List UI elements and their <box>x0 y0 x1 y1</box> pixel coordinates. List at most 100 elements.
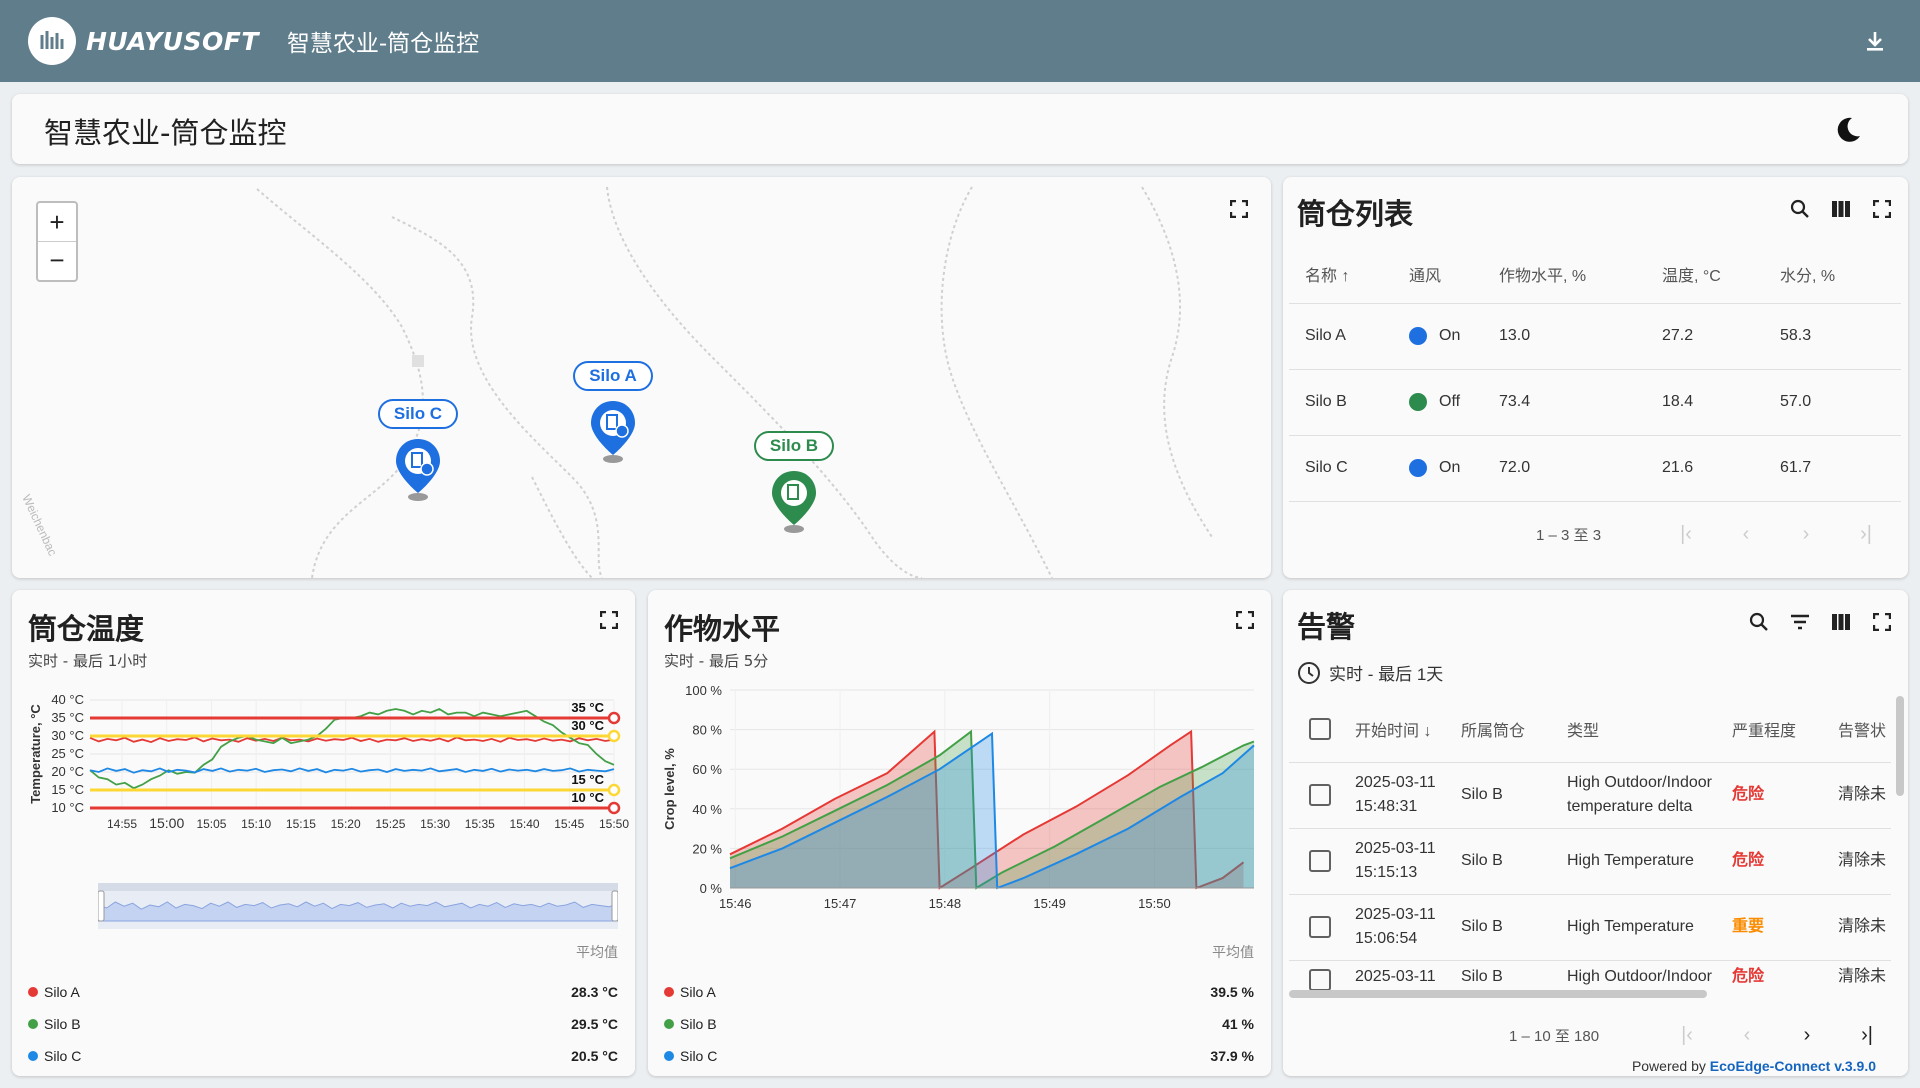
table-row[interactable]: Silo A On 13.0 27.2 58.3 <box>1289 303 1901 370</box>
product-link[interactable]: EcoEdge-Connect v.3.9.0 <box>1710 1058 1876 1074</box>
temperature: 18.4 <box>1646 369 1764 436</box>
threshold-marker <box>607 783 621 797</box>
dark-mode-toggle[interactable] <box>1830 112 1866 148</box>
zoom-in-button[interactable]: + <box>38 203 76 241</box>
select-all-checkbox[interactable] <box>1309 717 1331 740</box>
search-icon <box>1790 199 1809 218</box>
avg-label: 平均值 <box>576 944 618 960</box>
silo-pin-icon <box>591 401 635 463</box>
marker-label: Silo A <box>573 361 653 391</box>
first-page-button[interactable]: |‹ <box>1657 1024 1717 1047</box>
col-crop[interactable]: 作物水平, % <box>1483 245 1646 304</box>
y-tick-label: 25 °C <box>51 746 84 761</box>
col-silo[interactable]: 所属筒仓 <box>1453 696 1559 763</box>
page-title: 智慧农业-筒仓监控 <box>44 116 287 150</box>
temperature-legend: 平均值 Silo A 28.3 °C Silo B 29.5 °C Silo C 20… <box>28 942 618 1072</box>
threshold-label: 30 °C <box>571 718 604 733</box>
table-row[interactable]: 2025-03-11 15:48:31 Silo B High Outdoor/I… <box>1289 762 1891 829</box>
search-button[interactable] <box>1745 608 1773 636</box>
download-button[interactable] <box>1858 24 1892 58</box>
silo: Silo B <box>1453 894 1559 961</box>
map-marker-silo-c[interactable]: Silo C <box>368 399 468 506</box>
table-row[interactable]: 2025-03-11 15:06:54 Silo B High Temperatu… <box>1289 894 1891 961</box>
columns-button[interactable] <box>1827 195 1855 223</box>
app-title: 智慧农业-筒仓监控 <box>286 31 480 57</box>
logo-text: HUAYUSOFT <box>86 26 259 56</box>
horizontal-scrollbar[interactable] <box>1289 990 1707 998</box>
crop-fullscreen-button[interactable] <box>1231 606 1259 634</box>
moisture: 58.3 <box>1764 303 1901 370</box>
clock-icon <box>1298 661 1320 684</box>
next-page-button[interactable]: › <box>1777 1024 1837 1047</box>
alarms-title: 告警 <box>1297 610 1356 644</box>
map-fullscreen-button[interactable] <box>1225 195 1253 223</box>
silo-pager: 1 – 3 至 3 |‹ ‹ › ›| <box>1536 523 1896 546</box>
col-name[interactable]: 名称 ↑ <box>1289 245 1393 304</box>
select-all-cell <box>1289 696 1347 763</box>
vertical-scrollbar[interactable] <box>1896 696 1904 796</box>
fullscreen-button[interactable] <box>1868 608 1896 636</box>
legend-item[interactable]: Silo B 29.5 °C <box>28 1008 618 1040</box>
col-start-time[interactable]: 开始时间 ↓ <box>1347 696 1453 763</box>
filter-icon <box>1791 614 1809 630</box>
crop-level: 73.4 <box>1483 369 1646 436</box>
marker-label: Silo B <box>753 431 835 461</box>
legend-item[interactable]: Silo B 41 % <box>664 1008 1254 1040</box>
y-tick-label: 40 % <box>692 802 722 817</box>
search-button[interactable] <box>1786 195 1814 223</box>
last-page-button[interactable]: ›| <box>1836 523 1896 546</box>
col-temp[interactable]: 温度, °C <box>1646 245 1764 304</box>
temperature-fullscreen-button[interactable] <box>595 606 623 634</box>
series-line-silo-b <box>89 707 615 790</box>
alarms-table-wrap[interactable]: 开始时间 ↓ 所属筒仓 类型 严重程度 告警状 2025-03-11 15:48:… <box>1289 696 1891 998</box>
temperature-chart[interactable]: 10 °C 15 °C 20 °C 25 °C 30 °C 35 °C 40 °C 14:55… <box>12 690 635 890</box>
last-page-button[interactable]: ›| <box>1837 1024 1897 1047</box>
row-checkbox[interactable] <box>1309 783 1331 806</box>
temperature-title: 筒仓温度 <box>28 612 145 646</box>
col-moisture[interactable]: 水分, % <box>1764 245 1901 304</box>
time-range-navigator[interactable] <box>98 883 618 933</box>
threshold-label: 10 °C <box>571 790 604 805</box>
first-page-button[interactable]: |‹ <box>1656 523 1716 546</box>
col-status[interactable]: 告警状 <box>1830 696 1891 763</box>
table-row[interactable]: 2025-03-11 15:15:13 Silo B High Temperatu… <box>1289 828 1891 895</box>
alarms-pager: 1 – 10 至 180 |‹ ‹ › ›| <box>1509 1024 1897 1047</box>
legend-item[interactable]: Silo C 20.5 °C <box>28 1040 618 1072</box>
prev-page-button[interactable]: ‹ <box>1716 523 1776 546</box>
legend-item[interactable]: Silo C 37.9 % <box>664 1040 1254 1072</box>
map-marker-silo-b[interactable]: Silo B <box>744 431 844 538</box>
x-tick-label: 15:46 <box>719 896 752 911</box>
start-time: 2025-03-11 15:15:13 <box>1347 828 1453 895</box>
table-row[interactable]: Silo C On 72.0 21.6 61.7 <box>1289 435 1901 502</box>
fullscreen-button[interactable] <box>1868 195 1896 223</box>
row-checkbox[interactable] <box>1309 915 1331 938</box>
marker-label: Silo C <box>377 399 459 429</box>
legend-item[interactable]: Silo A 28.3 °C <box>28 976 618 1008</box>
powered-by: Powered by EcoEdge-Connect v.3.9.0 <box>1631 1058 1876 1074</box>
download-icon <box>1867 32 1883 51</box>
row-checkbox[interactable] <box>1309 969 1331 992</box>
start-time: 2025-03-11 15:06:54 <box>1347 894 1453 961</box>
map-marker-silo-a[interactable]: Silo A <box>563 361 663 468</box>
y-tick-label: 60 % <box>692 762 722 777</box>
row-checkbox[interactable] <box>1309 849 1331 872</box>
prev-page-button[interactable]: ‹ <box>1717 1024 1777 1047</box>
crop-level-chart[interactable]: 0 % 20 % 40 % 60 % 80 % 100 % 15:46 15:47 15:48 1… <box>648 678 1271 938</box>
legend-item[interactable]: Silo A 39.5 % <box>664 976 1254 1008</box>
columns-button[interactable] <box>1827 608 1855 636</box>
row-select <box>1289 762 1347 829</box>
threshold-marker <box>607 711 621 725</box>
start-time: 2025-03-11 15:48:31 <box>1347 762 1453 829</box>
zoom-out-button[interactable]: − <box>38 241 76 279</box>
col-vent[interactable]: 通风 <box>1393 245 1483 304</box>
alarms-card: 告警 实时 - 最后 1天 开始时间 ↓ 所属筒仓 类型 严重程度 告警状 20… <box>1283 590 1908 1076</box>
filter-button[interactable] <box>1786 608 1814 636</box>
next-page-button[interactable]: › <box>1776 523 1836 546</box>
y-tick-label: 35 °C <box>51 710 84 725</box>
table-row[interactable]: Silo B Off 73.4 18.4 57.0 <box>1289 369 1901 436</box>
time-range-selector[interactable]: 实时 - 最后 1天 <box>1297 660 1443 685</box>
col-type[interactable]: 类型 <box>1559 696 1724 763</box>
col-severity[interactable]: 严重程度 <box>1724 696 1830 763</box>
alarm-status: 清除未 <box>1830 828 1891 895</box>
crop-level-card: 作物水平 实时 - 最后 5分 0 % 20 % 40 % 60 % 80 % 100 %… <box>648 590 1271 1076</box>
